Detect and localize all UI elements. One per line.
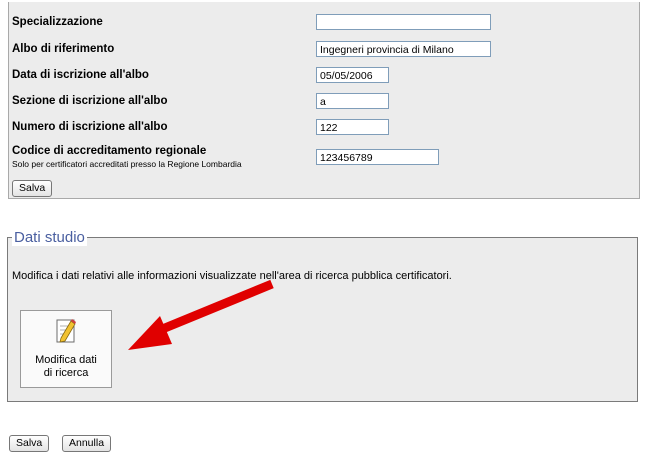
save-button[interactable]: Salva bbox=[12, 180, 53, 197]
data-iscrizione-field[interactable]: 05/05/2006 bbox=[316, 67, 389, 83]
data-iscrizione-label: Data di iscrizione all'albo bbox=[12, 69, 149, 81]
specializzazione-field[interactable] bbox=[316, 14, 491, 30]
dati-studio-legend: Dati studio bbox=[12, 229, 87, 246]
sezione-field[interactable]: a bbox=[316, 93, 389, 109]
codice-accreditamento-note: Solo per certificatori accreditati press… bbox=[12, 159, 242, 169]
albo-field[interactable]: Ingegneri provincia di Milano bbox=[316, 41, 491, 57]
edit-search-data-button[interactable]: Modifica dati di ricerca bbox=[20, 310, 112, 388]
edit-search-data-label: Modifica dati di ricerca bbox=[35, 354, 97, 379]
footer-cancel-button[interactable]: Annulla bbox=[62, 435, 112, 452]
numero-iscrizione-label: Numero di iscrizione all'albo bbox=[12, 121, 168, 133]
specializzazione-label: Specializzazione bbox=[12, 16, 103, 28]
dati-studio-description: Modifica i dati relativi alle informazio… bbox=[12, 270, 452, 282]
edit-document-icon bbox=[56, 319, 76, 343]
numero-iscrizione-field[interactable]: 122 bbox=[316, 119, 389, 135]
sezione-label: Sezione di iscrizione all'albo bbox=[12, 95, 168, 107]
footer-save-button[interactable]: Salva bbox=[9, 435, 50, 452]
codice-accreditamento-field[interactable]: 123456789 bbox=[316, 149, 439, 165]
albo-label: Albo di riferimento bbox=[12, 43, 115, 55]
codice-accreditamento-label: Codice di accreditamento regionale bbox=[12, 145, 207, 157]
